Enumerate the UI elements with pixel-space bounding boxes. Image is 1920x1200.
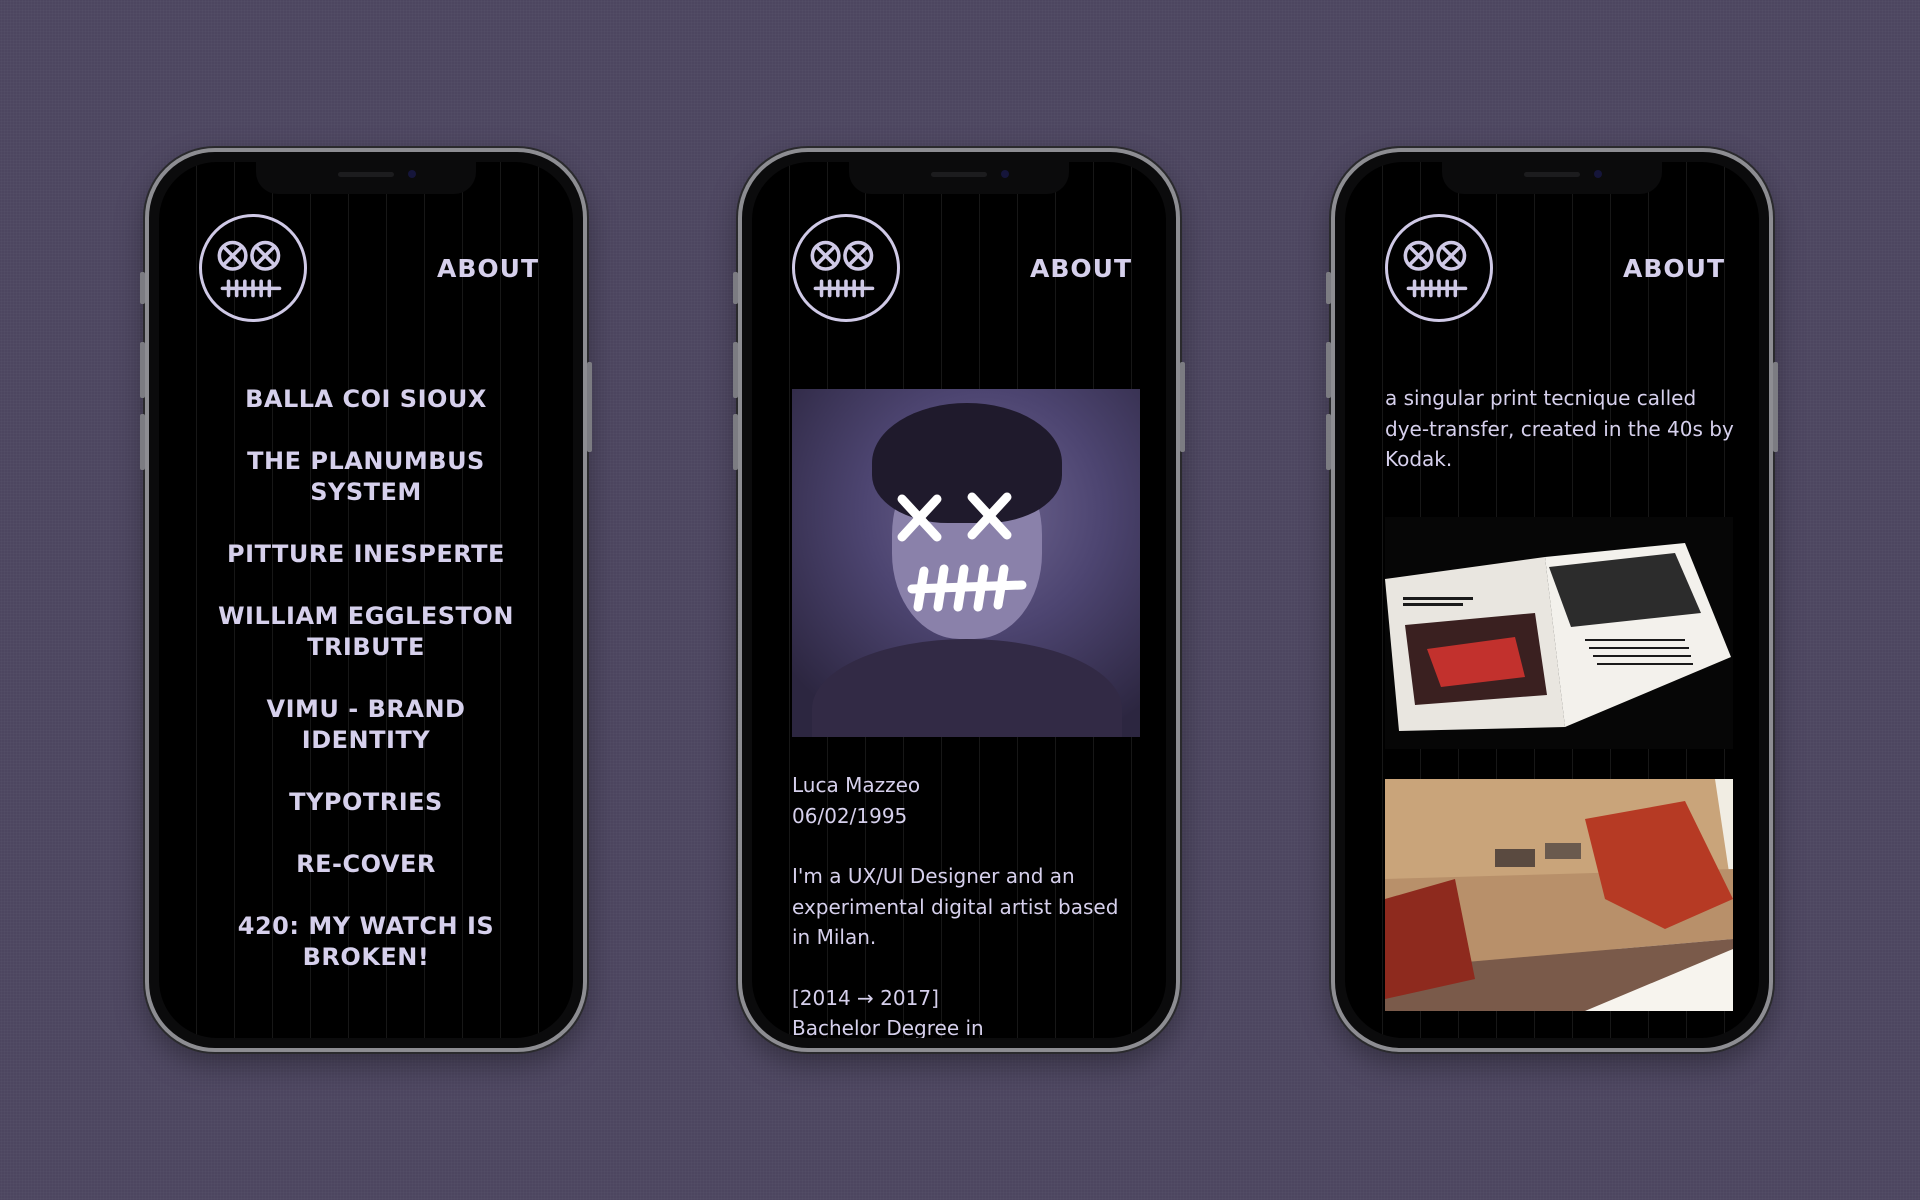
volume-up-button bbox=[140, 342, 145, 398]
about-link[interactable]: ABOUT bbox=[1623, 254, 1725, 283]
bio-edu-years: [2014 → 2017] bbox=[792, 985, 939, 1010]
power-button bbox=[587, 362, 592, 452]
volume-down-button bbox=[733, 414, 738, 470]
notch bbox=[849, 162, 1069, 194]
bio-intro: I'm a UX/UI Designer and an experimental… bbox=[792, 864, 1119, 949]
menu-item[interactable]: WILLIAM EGGLESTON TRIBUTE bbox=[196, 601, 536, 663]
screen: ABOUT BALLA COI SIOUX THE PLANUMBUS SYST… bbox=[159, 162, 573, 1038]
bio: Luca Mazzeo 06/02/1995 I'm a UX/UI Desig… bbox=[792, 770, 1146, 1038]
about-link[interactable]: ABOUT bbox=[1030, 254, 1132, 283]
mute-switch bbox=[1326, 272, 1331, 304]
bio-dob: 06/02/1995 bbox=[792, 803, 908, 828]
bio-edu-degree: Bachelor Degree in bbox=[792, 1016, 984, 1038]
phone-project: ABOUT a singular print tecnique called d… bbox=[1326, 148, 1778, 1052]
menu-item[interactable]: PITTURE INESPERTE bbox=[179, 539, 553, 570]
booklet-photo-cars bbox=[1385, 779, 1733, 1011]
volume-down-button bbox=[140, 414, 145, 470]
bio-name: Luca Mazzeo bbox=[792, 773, 921, 797]
mute-switch bbox=[140, 272, 145, 304]
menu-item[interactable]: THE PLANUMBUS SYSTEM bbox=[216, 446, 516, 508]
power-button bbox=[1180, 362, 1185, 452]
project-paragraph: a singular print tecnique called dye-tra… bbox=[1385, 386, 1734, 471]
project-menu: BALLA COI SIOUX THE PLANUMBUS SYSTEM PIT… bbox=[159, 384, 573, 1004]
phone-menu: ABOUT BALLA COI SIOUX THE PLANUMBUS SYST… bbox=[140, 148, 592, 1052]
menu-item[interactable]: TYPOTRIES bbox=[179, 787, 553, 818]
menu-item[interactable]: 420: MY WATCH IS BROKEN! bbox=[216, 911, 516, 973]
menu-item[interactable]: RE-COVER bbox=[179, 849, 553, 880]
x-eyes-logo-icon[interactable] bbox=[199, 214, 307, 322]
phone-about: ABOUT Luca Mazzeo 06/02/1995 I'm a UX/UI bbox=[733, 148, 1185, 1052]
screen: ABOUT Luca Mazzeo 06/02/1995 I'm a UX/UI bbox=[752, 162, 1166, 1038]
menu-item[interactable]: VIMU - BRAND IDENTITY bbox=[236, 694, 496, 756]
x-eyes-logo-icon[interactable] bbox=[792, 214, 900, 322]
menu-item[interactable]: BALLA COI SIOUX bbox=[179, 384, 553, 415]
booklet-photo-open bbox=[1385, 517, 1733, 749]
notch bbox=[256, 162, 476, 194]
portrait-photo bbox=[792, 389, 1140, 737]
volume-up-button bbox=[733, 342, 738, 398]
volume-down-button bbox=[1326, 414, 1331, 470]
volume-up-button bbox=[1326, 342, 1331, 398]
power-button bbox=[1773, 362, 1778, 452]
about-link[interactable]: ABOUT bbox=[437, 254, 539, 283]
mute-switch bbox=[733, 272, 738, 304]
notch bbox=[1442, 162, 1662, 194]
screen: ABOUT a singular print tecnique called d… bbox=[1345, 162, 1759, 1038]
x-eyes-logo-icon[interactable] bbox=[1385, 214, 1493, 322]
